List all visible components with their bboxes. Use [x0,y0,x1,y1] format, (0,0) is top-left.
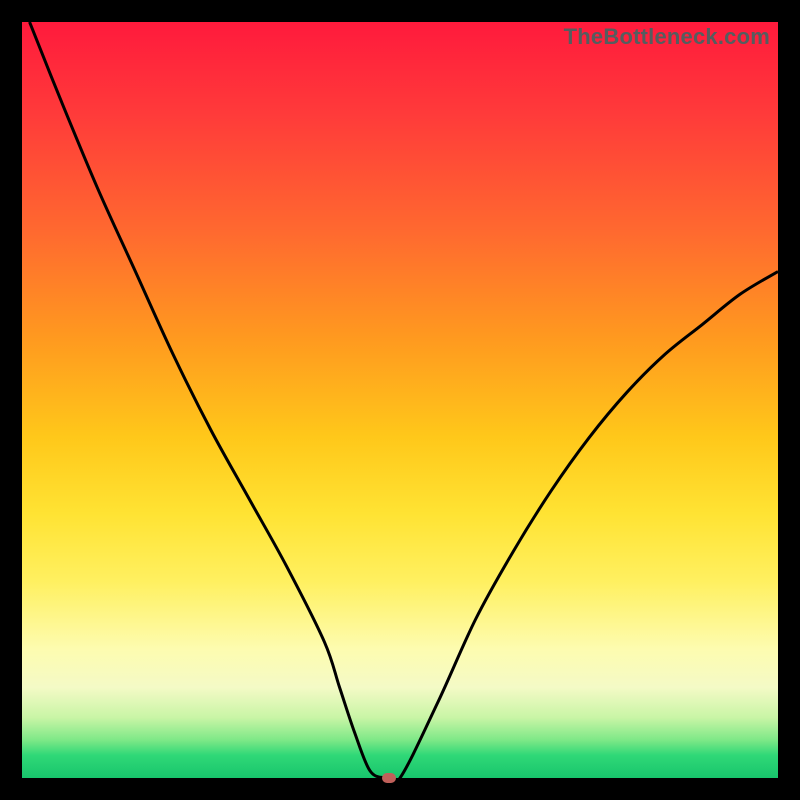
bottleneck-curve [22,22,778,778]
curve-path [30,22,778,778]
plot-area: TheBottleneck.com [22,22,778,778]
chart-frame: TheBottleneck.com [0,0,800,800]
optimal-point-marker [382,773,396,783]
